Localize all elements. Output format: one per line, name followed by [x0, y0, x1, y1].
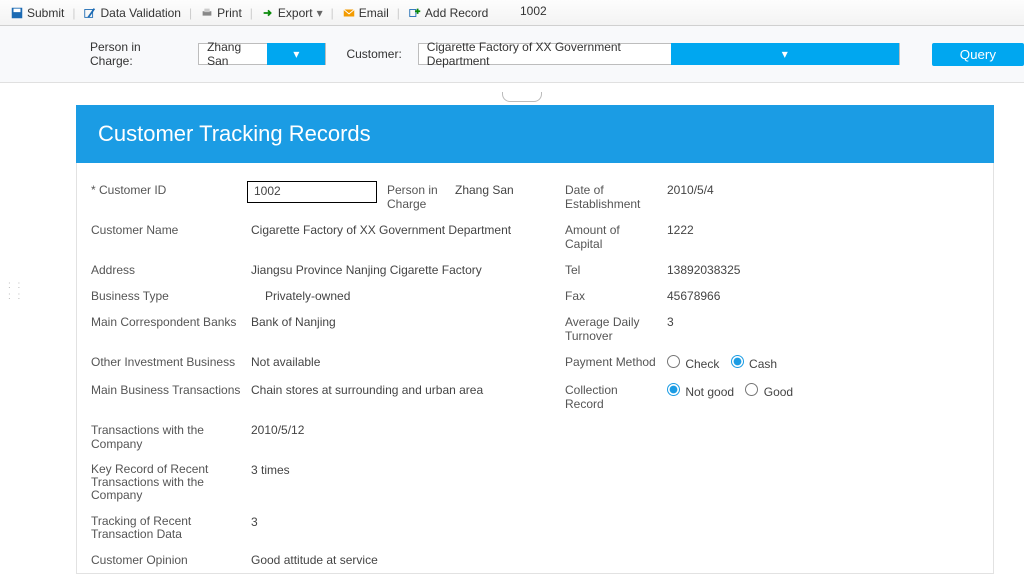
tel-label: Tel — [561, 261, 663, 279]
capital-label: Amount of Capital — [561, 221, 663, 253]
person-in-charge-selected: Zhang San — [199, 40, 267, 68]
other-inv-label: Other Investment Business — [87, 353, 247, 373]
email-label: Email — [359, 6, 389, 20]
separator: | — [248, 6, 255, 20]
separator: | — [70, 6, 77, 20]
doe-value: 2010/5/4 — [663, 181, 969, 213]
print-button[interactable]: Print — [194, 4, 248, 22]
adt-value: 3 — [663, 313, 969, 345]
customer-id-input[interactable]: 1002 — [247, 181, 377, 203]
tel-value: 13892038325 — [663, 261, 969, 279]
customer-name-value: Cigarette Factory of XX Government Depar… — [247, 221, 561, 253]
side-drag-handle[interactable]: : :: : — [8, 280, 22, 302]
collection-notgood-option[interactable]: Not good — [667, 385, 734, 399]
mbt-value: Chain stores at surrounding and urban ar… — [247, 381, 561, 413]
separator: | — [395, 6, 402, 20]
dropdown-caret-icon: ▾ — [317, 6, 323, 20]
trtd-label: Tracking of Recent Transaction Data — [87, 513, 247, 543]
content-area: Customer Tracking Records * Customer ID … — [0, 83, 1024, 574]
person-in-charge-value: Zhang San — [451, 181, 561, 213]
customer-filter-label: Customer: — [346, 47, 401, 61]
save-icon — [10, 6, 24, 20]
data-validation-button[interactable]: Data Validation — [77, 4, 187, 22]
payment-cash-option[interactable]: Cash — [731, 357, 777, 371]
twc-value: 2010/5/12 — [247, 421, 553, 453]
collection-good-option[interactable]: Good — [745, 385, 793, 399]
other-inv-value: Not available — [247, 353, 561, 373]
banks-value: Bank of Nanjing — [247, 313, 561, 345]
adt-label: Average Daily Turnover — [561, 313, 663, 345]
add-record-icon — [408, 6, 422, 20]
fax-label: Fax — [561, 287, 663, 305]
doe-label: Date of Establishment — [561, 181, 663, 213]
submit-button[interactable]: Submit — [4, 4, 70, 22]
email-icon — [342, 6, 356, 20]
payment-check-option[interactable]: Check — [667, 357, 719, 371]
validate-label: Data Validation — [100, 6, 181, 20]
person-in-charge-select[interactable]: Zhang San ▾ — [198, 43, 326, 65]
export-button[interactable]: Export ▾ — [255, 4, 329, 22]
separator: | — [187, 6, 194, 20]
collection-label: Collection Record — [561, 381, 663, 413]
payment-radio-group: Check Cash — [663, 353, 969, 373]
filter-bar: Person in Charge: Zhang San ▾ Customer: … — [0, 26, 1024, 83]
toolbar: Submit | Data Validation | Print | Expor… — [0, 0, 1024, 26]
mbt-label: Main Business Transactions — [87, 381, 247, 413]
address-value: Jiangsu Province Nanjing Cigarette Facto… — [247, 261, 561, 279]
separator: | — [329, 6, 336, 20]
chevron-down-icon: ▾ — [671, 43, 899, 65]
payment-label: Payment Method — [561, 353, 663, 373]
export-icon — [261, 6, 275, 20]
submit-label: Submit — [27, 6, 64, 20]
top-id-display: 1002 — [520, 4, 547, 18]
business-type-label: Business Type — [87, 287, 247, 305]
chevron-down-icon: ▾ — [267, 43, 325, 65]
customer-name-label: Customer Name — [87, 221, 247, 253]
krr-value: 3 times — [247, 461, 553, 505]
page-title: Customer Tracking Records — [76, 105, 994, 163]
banks-label: Main Correspondent Banks — [87, 313, 247, 345]
krr-label: Key Record of Recent Transactions with t… — [87, 461, 247, 505]
opinion-value: Good attitude at service — [247, 551, 553, 569]
customer-selected: Cigarette Factory of XX Government Depar… — [419, 40, 671, 68]
customer-id-label: * Customer ID — [87, 181, 247, 213]
fax-value: 45678966 — [663, 287, 969, 305]
query-button[interactable]: Query — [932, 43, 1024, 66]
print-label: Print — [217, 6, 242, 20]
collection-radio-group: Not good Good — [663, 381, 969, 413]
print-icon — [200, 6, 214, 20]
address-label: Address — [87, 261, 247, 279]
opinion-label: Customer Opinion — [87, 551, 247, 569]
collapse-handle[interactable] — [502, 92, 542, 102]
export-label: Export — [278, 6, 313, 20]
add-record-button[interactable]: Add Record — [402, 4, 494, 22]
capital-value: 1222 — [663, 221, 969, 253]
add-record-label: Add Record — [425, 6, 488, 20]
email-button[interactable]: Email — [336, 4, 395, 22]
trtd-value: 3 — [247, 513, 553, 543]
twc-label: Transactions with the Company — [87, 421, 247, 453]
person-in-charge-label: Person in Charge — [383, 181, 451, 213]
person-in-charge-filter-label: Person in Charge: — [90, 40, 182, 68]
customer-select[interactable]: Cigarette Factory of XX Government Depar… — [418, 43, 900, 65]
record-form: * Customer ID 1002 Person in Charge Zhan… — [76, 163, 994, 574]
validate-icon — [83, 6, 97, 20]
business-type-value: Privately-owned — [247, 287, 561, 305]
